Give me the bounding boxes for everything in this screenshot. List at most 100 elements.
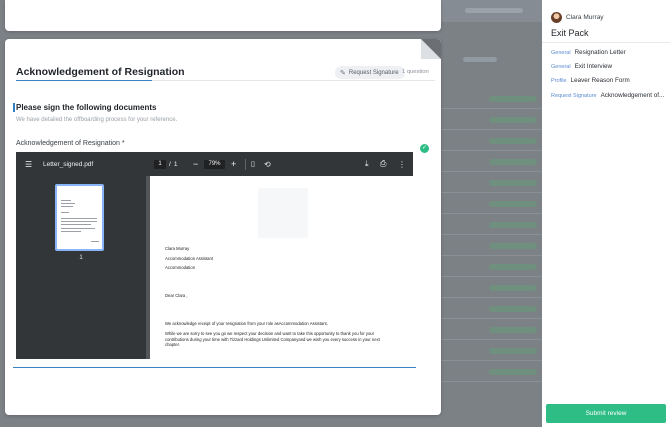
background-status-pill bbox=[489, 180, 537, 186]
background-row-divider bbox=[441, 192, 542, 193]
document-field-label: Acknowledgement of Resignation * bbox=[16, 140, 125, 147]
user-name: Clara Murray bbox=[566, 14, 604, 21]
background-list bbox=[441, 22, 542, 427]
letter-paragraph-1: We acknowledge receipt of your resignati… bbox=[165, 321, 328, 326]
toolbar-divider-line bbox=[245, 158, 246, 170]
background-status-pill bbox=[489, 159, 537, 165]
section-accent-bar bbox=[13, 103, 15, 112]
letter-recipient-name: Clara Murray bbox=[165, 246, 190, 251]
thumbnail-text-line bbox=[61, 224, 91, 225]
letter-recipient-department: Accommodation bbox=[165, 265, 196, 270]
thumbnail-signature-line bbox=[91, 241, 99, 242]
pack-item-exit-interview[interactable]: General Exit Interview bbox=[551, 63, 667, 70]
letter-recipient-role: Accommodation Assistant bbox=[165, 256, 213, 261]
print-icon[interactable]: ⎙ bbox=[380, 152, 386, 176]
fit-page-icon[interactable]: ▯ bbox=[251, 152, 255, 176]
background-row-divider bbox=[441, 150, 542, 151]
page-thumbnail[interactable] bbox=[55, 184, 104, 251]
card-fold-corner bbox=[421, 39, 441, 59]
pack-item-category: General bbox=[551, 50, 571, 56]
background-status-pill bbox=[489, 117, 537, 123]
zoom-level-wrap: 79% bbox=[204, 152, 225, 176]
request-signature-badge: ✎ Request Signature bbox=[335, 66, 405, 79]
card-title: Acknowledgement of Resignation bbox=[16, 66, 185, 78]
badge-label: Request Signature bbox=[348, 69, 399, 76]
pdf-viewer[interactable]: ☰ Letter_signed.pdf 1 / 1 − 79% + ▯ ⟲ ⤓ … bbox=[16, 152, 413, 359]
submit-review-button[interactable]: Submit review bbox=[546, 404, 666, 423]
background-status-pill bbox=[489, 222, 537, 228]
menu-icon[interactable]: ☰ bbox=[25, 152, 32, 176]
title-divider bbox=[152, 80, 435, 81]
background-row-divider bbox=[441, 213, 542, 214]
rotate-icon[interactable]: ⟲ bbox=[264, 152, 271, 176]
thumbnail-page-number: 1 bbox=[79, 255, 83, 261]
letter-paragraph-2: While we are sorry to see you go we resp… bbox=[165, 331, 380, 347]
letter-salutation: Dear Clara , bbox=[165, 293, 188, 298]
background-status-pill bbox=[489, 327, 537, 333]
background-row-divider bbox=[441, 381, 542, 382]
exit-pack-panel: Clara Murray Exit Pack General Resignatio… bbox=[542, 0, 670, 427]
background-row-divider bbox=[441, 339, 542, 340]
pack-item-resignation-letter[interactable]: General Resignation Letter bbox=[551, 49, 667, 56]
panel-title: Exit Pack bbox=[551, 28, 589, 38]
thumbnail-text-line bbox=[61, 221, 97, 222]
previous-task-card bbox=[5, 0, 441, 31]
background-status-pill bbox=[489, 348, 537, 354]
zoom-in-icon[interactable]: + bbox=[231, 152, 236, 176]
pack-item-category: General bbox=[551, 64, 571, 70]
thumbnail-text-line bbox=[61, 212, 69, 213]
background-topbar bbox=[441, 0, 542, 22]
field-underline bbox=[13, 367, 416, 368]
background-row-divider bbox=[441, 360, 542, 361]
background-status-pill bbox=[489, 306, 537, 312]
pack-item-acknowledgement[interactable]: Request Signature Acknowledgement of... bbox=[551, 92, 667, 99]
thumbnail-text-line bbox=[61, 206, 73, 207]
pack-item-leaver-reason-form[interactable]: Profile Leaver Reason Form bbox=[551, 77, 667, 84]
download-icon[interactable]: ⤓ bbox=[365, 152, 369, 176]
thumbnail-sidebar: 1 bbox=[16, 176, 146, 359]
background-status-pill bbox=[489, 264, 537, 270]
pack-item-name: Leaver Reason Form bbox=[570, 77, 630, 84]
background-row-divider bbox=[441, 171, 542, 172]
page-indicator: 1 / 1 bbox=[154, 152, 177, 176]
current-page-input[interactable]: 1 bbox=[154, 159, 166, 169]
thumbnail-text-line bbox=[61, 200, 71, 201]
thumbnail-text-line bbox=[61, 228, 95, 229]
total-pages: 1 bbox=[173, 160, 178, 168]
background-row-divider bbox=[441, 234, 542, 235]
background-status-pill bbox=[489, 96, 537, 102]
thumbnail-text-line bbox=[61, 203, 75, 204]
avatar bbox=[551, 12, 562, 23]
pdf-page: Clara Murray Accommodation Assistant Acc… bbox=[150, 176, 413, 359]
background-button-ghost bbox=[465, 8, 523, 13]
more-options-icon[interactable]: ⋮ bbox=[398, 152, 406, 176]
title-underline bbox=[16, 80, 152, 81]
pdf-file-name: Letter_signed.pdf bbox=[43, 160, 94, 168]
signature-icon: ✎ bbox=[340, 69, 346, 77]
pack-item-category: Profile bbox=[551, 78, 567, 84]
panel-divider bbox=[542, 42, 670, 43]
pack-item-name: Acknowledgement of... bbox=[600, 92, 665, 99]
background-row-divider bbox=[441, 129, 542, 130]
thumbnail-text-line bbox=[61, 231, 81, 232]
pack-item-name: Resignation Letter bbox=[574, 49, 626, 56]
section-title: Please sign the following documents bbox=[16, 103, 157, 112]
letterhead-logo bbox=[258, 188, 308, 238]
question-count: 1 question bbox=[402, 69, 429, 75]
completed-check-icon: ✓ bbox=[420, 144, 429, 153]
background-row-divider bbox=[441, 108, 542, 109]
background-row-divider bbox=[441, 318, 542, 319]
background-status-pill bbox=[489, 243, 537, 249]
pdf-toolbar: ☰ Letter_signed.pdf 1 / 1 − 79% + ▯ ⟲ ⤓ … bbox=[16, 152, 413, 176]
background-status-pill bbox=[489, 285, 537, 291]
page-separator: / bbox=[169, 160, 171, 168]
zoom-level-input[interactable]: 79% bbox=[204, 159, 225, 169]
background-status-pill bbox=[489, 369, 537, 375]
toolbar-divider bbox=[245, 152, 246, 176]
background-status-pill bbox=[489, 201, 537, 207]
thumbnail-text-line bbox=[61, 218, 97, 219]
section-subtitle: We have detailed the offboarding process… bbox=[16, 117, 178, 123]
task-card: Acknowledgement of Resignation ✎ Request… bbox=[5, 39, 441, 415]
background-column-header bbox=[463, 57, 497, 62]
zoom-out-icon[interactable]: − bbox=[193, 152, 198, 176]
